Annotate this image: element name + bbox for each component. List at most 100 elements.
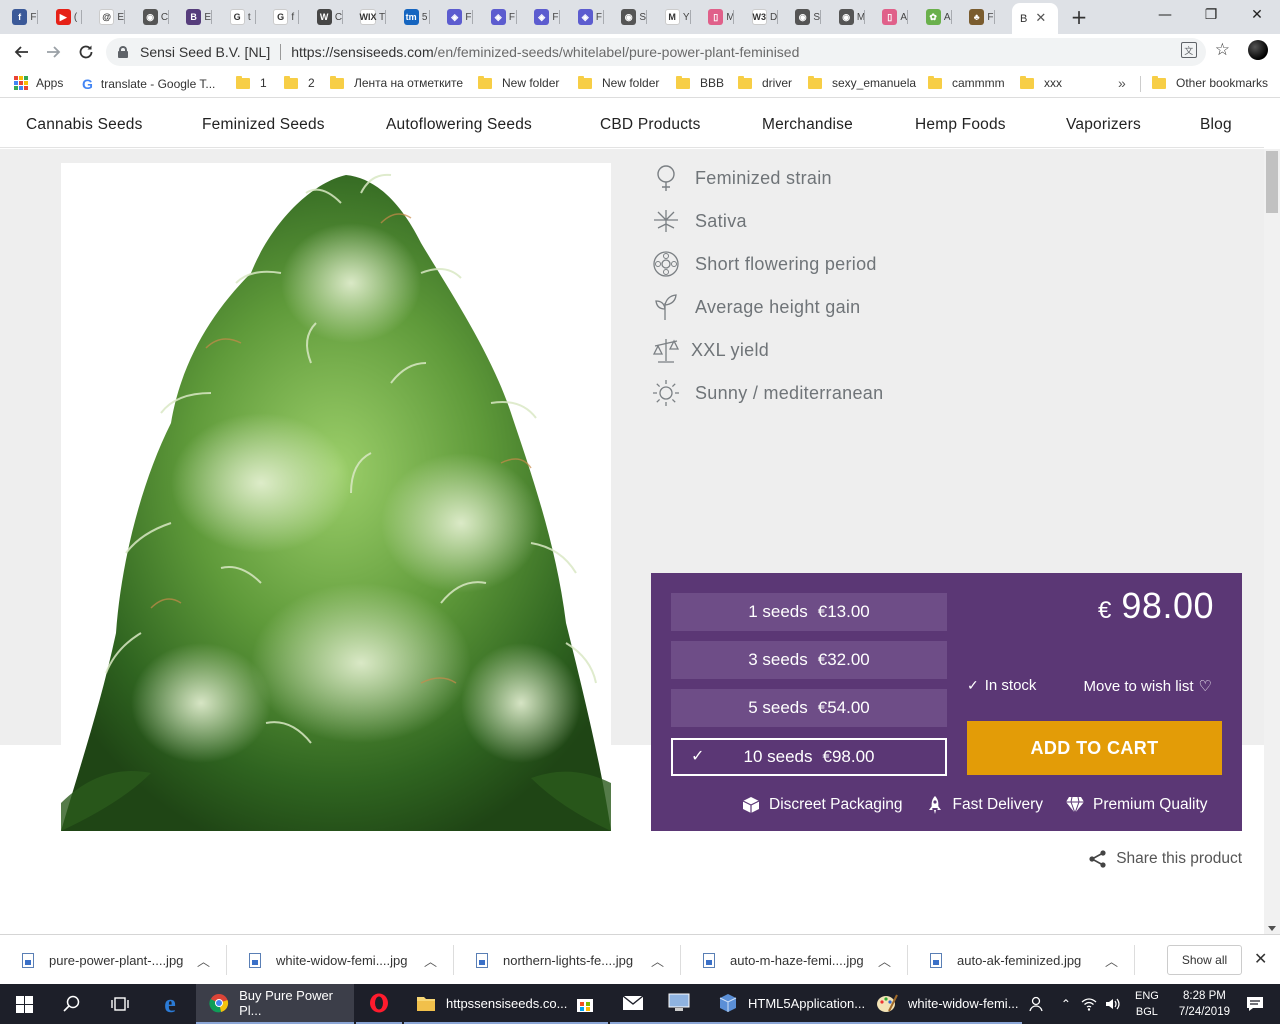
show-all-downloads-button[interactable]: Show all bbox=[1167, 945, 1242, 975]
browser-tab[interactable]: ◈ F bbox=[441, 3, 473, 31]
vertical-scrollbar[interactable] bbox=[1264, 149, 1280, 934]
bookmark-item[interactable]: BBB bbox=[676, 75, 724, 90]
nav-cbd-products[interactable]: CBD Products bbox=[600, 116, 701, 134]
network-icon[interactable] bbox=[1081, 997, 1097, 1011]
nav-autoflowering-seeds[interactable]: Autoflowering Seeds bbox=[386, 116, 532, 134]
chevron-up-icon[interactable]: ︿ bbox=[1105, 951, 1118, 970]
nav-feminized-seeds[interactable]: Feminized Seeds bbox=[202, 116, 325, 134]
browser-tab[interactable]: ▯ M bbox=[702, 3, 734, 31]
search-button[interactable] bbox=[48, 984, 96, 1024]
bookmark-item[interactable]: xxx bbox=[1020, 75, 1062, 90]
bookmark-item[interactable]: Apps bbox=[14, 76, 63, 90]
taskbar-app[interactable] bbox=[562, 984, 608, 1024]
taskbar-app[interactable] bbox=[656, 984, 706, 1024]
wishlist-link[interactable]: Move to wish list ♡ bbox=[1084, 677, 1213, 696]
taskbar-app[interactable]: httpssensiseeds.co... bbox=[404, 984, 567, 1024]
taskbar-app[interactable] bbox=[356, 984, 402, 1024]
address-bar[interactable]: Sensi Seed B.V. [NL] https://sensiseeds.… bbox=[106, 38, 1206, 66]
restore-button[interactable]: ❐ bbox=[1188, 0, 1234, 30]
volume-icon[interactable] bbox=[1105, 997, 1121, 1011]
start-button[interactable] bbox=[0, 984, 48, 1024]
browser-tab[interactable]: W3 D bbox=[746, 3, 778, 31]
browser-tab[interactable]: Gf bbox=[267, 3, 299, 31]
translate-icon[interactable]: 文 bbox=[1180, 42, 1197, 58]
browser-tab[interactable]: BE bbox=[180, 3, 212, 31]
minimize-button[interactable]: — bbox=[1142, 0, 1188, 30]
share-product[interactable]: Share this product bbox=[1088, 849, 1242, 869]
bookmark-item[interactable]: sexy_emanuela bbox=[808, 75, 916, 90]
bookmark-item[interactable]: driver bbox=[738, 75, 792, 90]
download-item[interactable]: white-widow-femi....jpg ︿ bbox=[227, 935, 454, 985]
browser-tab[interactable]: ▯ A bbox=[876, 3, 908, 31]
nav-hemp-foods[interactable]: Hemp Foods bbox=[915, 116, 1006, 134]
nav-cannabis-seeds[interactable]: Cannabis Seeds bbox=[26, 116, 143, 134]
nav-vaporizers[interactable]: Vaporizers bbox=[1066, 116, 1141, 134]
browser-tab[interactable]: ◉ S bbox=[789, 3, 821, 31]
browser-tab[interactable]: ◉ S bbox=[615, 3, 647, 31]
download-item[interactable]: pure-power-plant-....jpg ︿ bbox=[0, 935, 227, 985]
browser-tab[interactable]: Gt bbox=[224, 3, 256, 31]
bookmark-item[interactable]: Gtranslate - Google T... bbox=[82, 76, 215, 92]
bookmark-item[interactable]: cammmm bbox=[928, 75, 1005, 90]
bookmarks-overflow-button[interactable]: » bbox=[1118, 75, 1126, 91]
taskbar-app[interactable]: HTML5Application... bbox=[706, 984, 865, 1024]
taskbar-app[interactable]: Buy Pure Power Pl... bbox=[196, 984, 354, 1024]
back-button[interactable] bbox=[9, 40, 33, 64]
browser-tab[interactable]: MY bbox=[659, 3, 691, 31]
scroll-down-arrow-icon[interactable] bbox=[1268, 926, 1276, 931]
input-language[interactable]: ENG BGL bbox=[1135, 988, 1159, 1020]
seed-option-3[interactable]: 3 seeds €32.00 bbox=[671, 641, 947, 679]
browser-tab[interactable]: ♣ F bbox=[963, 3, 995, 31]
scrollbar-thumb[interactable] bbox=[1266, 151, 1278, 213]
bookmark-item[interactable]: 2 bbox=[284, 75, 315, 90]
people-icon[interactable] bbox=[1029, 996, 1047, 1012]
edge-taskbar-button[interactable]: e bbox=[146, 984, 194, 1024]
browser-tab[interactable]: WC bbox=[311, 3, 343, 31]
browser-tab[interactable]: tm 5 bbox=[398, 3, 430, 31]
nav-blog[interactable]: Blog bbox=[1200, 116, 1232, 134]
nav-merchandise[interactable]: Merchandise bbox=[762, 116, 853, 134]
browser-tab[interactable]: ✿ A bbox=[920, 3, 952, 31]
new-tab-button[interactable]: + bbox=[1068, 6, 1090, 28]
seed-option-10[interactable]: ✓ 10 seeds €98.00 bbox=[671, 738, 947, 776]
browser-tab[interactable]: fF bbox=[6, 3, 38, 31]
seed-option-5[interactable]: 5 seeds €54.00 bbox=[671, 689, 947, 727]
notifications-icon[interactable] bbox=[1246, 996, 1264, 1012]
close-downloads-icon[interactable]: ✕ bbox=[1254, 949, 1267, 969]
bookmark-item[interactable]: 1 bbox=[236, 75, 267, 90]
bookmark-item[interactable]: Лента на отметките bbox=[330, 75, 463, 90]
reload-button[interactable] bbox=[74, 40, 98, 64]
chevron-up-icon[interactable]: ︿ bbox=[878, 951, 891, 970]
close-window-button[interactable]: ✕ bbox=[1234, 0, 1280, 30]
chevron-up-icon[interactable]: ︿ bbox=[651, 951, 664, 970]
tab-close-icon[interactable]: ✕ bbox=[1035, 11, 1046, 26]
add-to-cart-button[interactable]: ADD TO CART bbox=[967, 721, 1222, 775]
chevron-up-icon[interactable]: ⌃ bbox=[1061, 997, 1071, 1011]
browser-tab[interactable]: ◉ M bbox=[833, 3, 865, 31]
seed-option-1[interactable]: 1 seeds €13.00 bbox=[671, 593, 947, 631]
bookmark-item[interactable]: New folder bbox=[478, 75, 559, 90]
forward-button[interactable] bbox=[42, 40, 66, 64]
bookmark-item[interactable]: New folder bbox=[578, 75, 659, 90]
browser-tab[interactable]: ◈ F bbox=[485, 3, 517, 31]
browser-tab[interactable]: ◈ F bbox=[572, 3, 604, 31]
other-bookmarks[interactable]: Other bookmarks bbox=[1152, 75, 1268, 90]
browser-tab[interactable]: @ E bbox=[93, 3, 125, 31]
taskbar-app[interactable] bbox=[610, 984, 656, 1024]
active-tab[interactable]: B ✕ bbox=[1012, 3, 1058, 34]
chevron-up-icon[interactable]: ︿ bbox=[197, 951, 210, 970]
chevron-up-icon[interactable]: ︿ bbox=[424, 951, 437, 970]
browser-tab[interactable]: ◈ F bbox=[528, 3, 560, 31]
browser-tab[interactable]: ◉ C bbox=[137, 3, 169, 31]
browser-tab[interactable]: ▶( bbox=[50, 3, 82, 31]
profile-avatar[interactable] bbox=[1248, 40, 1268, 60]
taskbar-app[interactable]: white-widow-femi... bbox=[864, 984, 1022, 1024]
download-item[interactable]: auto-m-haze-femi....jpg ︿ bbox=[681, 935, 908, 985]
task-view-button[interactable] bbox=[96, 984, 144, 1024]
system-clock[interactable]: 8:28 PM 7/24/2019 bbox=[1179, 988, 1230, 1020]
bookmark-star-icon[interactable]: ☆ bbox=[1215, 42, 1230, 59]
product-image[interactable] bbox=[61, 163, 611, 831]
download-item[interactable]: auto-ak-feminized.jpg ︿ bbox=[908, 935, 1135, 985]
download-item[interactable]: northern-lights-fe....jpg ︿ bbox=[454, 935, 681, 985]
browser-tab[interactable]: WIX T bbox=[354, 3, 386, 31]
